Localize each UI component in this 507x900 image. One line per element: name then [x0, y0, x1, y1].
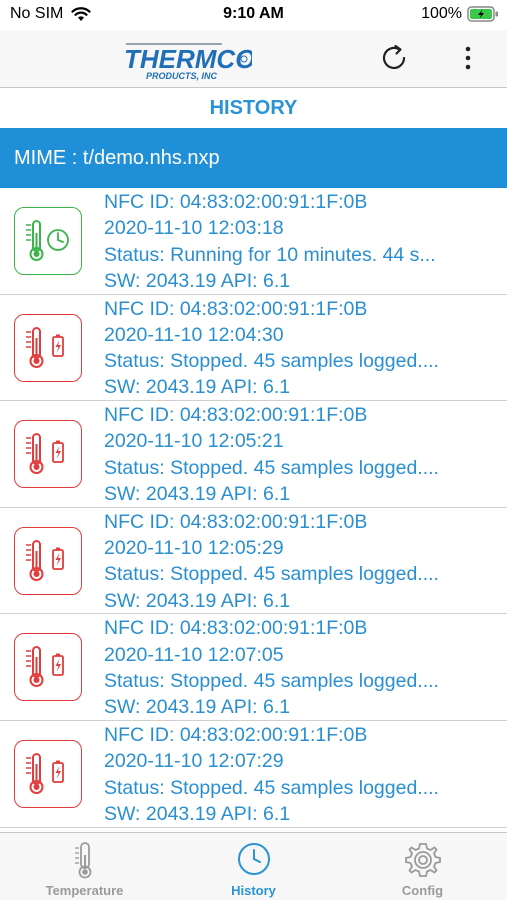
history-item[interactable]: NFC ID: 04:83:02:00:91:1F:0B 2020-11-10 …: [0, 614, 507, 721]
mime-bar: MIME : t/demo.nhs.nxp: [0, 128, 507, 188]
page-title: HISTORY: [0, 88, 507, 128]
gear-icon: [338, 841, 507, 879]
status-text: Status: Stopped. 45 samples logged....: [104, 456, 439, 479]
history-item[interactable]: NFC ID: 04:83:02:00:91:1F:0B 2020-11-10 …: [0, 508, 507, 615]
sw-api-text: SW: 2043.19 API: 6.1: [104, 802, 291, 825]
thermometer-clock-icon: [14, 207, 82, 275]
tab-label: History: [231, 883, 276, 898]
more-vertical-icon: [465, 46, 471, 70]
datetime-text: 2020-11-10 12:05:21: [104, 430, 284, 453]
status-text: Status: Stopped. 45 samples logged....: [104, 350, 439, 373]
sw-api-text: SW: 2043.19 API: 6.1: [104, 589, 291, 612]
status-text: Status: Running for 10 minutes. 44 s...: [104, 243, 436, 266]
battery-percent: 100%: [421, 5, 462, 22]
history-item-text: NFC ID: 04:83:02:00:91:1F:0B 2020-11-10 …: [104, 509, 502, 614]
thermometer-icon: [0, 841, 169, 879]
history-list[interactable]: NFC ID: 04:83:02:00:91:1F:0B 2020-11-10 …: [0, 188, 507, 832]
nfc-id-text: NFC ID: 04:83:02:00:91:1F:0B: [104, 510, 368, 533]
thermometer-battery-icon: [14, 633, 82, 702]
nfc-id-text: NFC ID: 04:83:02:00:91:1F:0B: [104, 617, 368, 640]
datetime-text: 2020-11-10 12:07:29: [104, 750, 284, 773]
history-item-text: NFC ID: 04:83:02:00:91:1F:0B 2020-11-10 …: [104, 722, 502, 827]
thermometer-battery-icon: [14, 420, 82, 489]
history-item[interactable]: NFC ID: 04:83:02:00:91:1F:0B 2020-11-10 …: [0, 295, 507, 402]
datetime-text: 2020-11-10 12:05:29: [104, 537, 284, 560]
history-item[interactable]: NFC ID: 04:83:02:00:91:1F:0B 2020-11-10 …: [0, 721, 507, 828]
thermometer-battery-icon: [14, 739, 82, 808]
sw-api-text: SW: 2043.19 API: 6.1: [104, 376, 291, 399]
logo-wordmark: THERMCO: [124, 44, 252, 74]
sw-api-text: SW: 2043.19 API: 6.1: [104, 696, 291, 719]
refresh-icon: [382, 44, 406, 70]
nfc-id-text: NFC ID: 04:83:02:00:91:1F:0B: [104, 723, 368, 746]
history-item-text: NFC ID: 04:83:02:00:91:1F:0B 2020-11-10 …: [104, 296, 502, 401]
tab-config[interactable]: Config: [338, 833, 507, 900]
datetime-text: 2020-11-10 12:04:30: [104, 323, 284, 346]
history-item-text: NFC ID: 04:83:02:00:91:1F:0B 2020-11-10 …: [104, 189, 502, 294]
sw-api-text: SW: 2043.19 API: 6.1: [104, 483, 291, 506]
status-text: Status: Stopped. 45 samples logged....: [104, 669, 439, 692]
datetime-text: 2020-11-10 12:07:05: [104, 643, 284, 666]
status-text: Status: Stopped. 45 samples logged....: [104, 776, 439, 799]
nfc-id-text: NFC ID: 04:83:02:00:91:1F:0B: [104, 191, 368, 213]
clock-icon: [169, 841, 338, 879]
datetime-text: 2020-11-10 12:03:18: [104, 217, 284, 240]
thermometer-battery-icon: [14, 526, 82, 595]
tab-label: Temperature: [45, 883, 124, 898]
more-options-button[interactable]: [455, 38, 481, 78]
history-item[interactable]: NFC ID: 04:83:02:00:91:1F:0B 2020-11-10 …: [0, 188, 507, 295]
history-item-text: NFC ID: 04:83:02:00:91:1F:0B 2020-11-10 …: [104, 402, 502, 507]
sw-api-text: SW: 2043.19 API: 6.1: [104, 269, 291, 292]
nfc-id-text: NFC ID: 04:83:02:00:91:1F:0B: [104, 297, 368, 320]
tab-bar: Temperature History Config: [0, 832, 507, 900]
tab-history[interactable]: History: [169, 833, 338, 900]
nav-bar: THERMCO PRODUCTS, INC: [0, 30, 507, 88]
history-item[interactable]: NFC ID: 04:83:02:00:91:1F:0B 2020-11-10 …: [0, 401, 507, 508]
thermometer-battery-icon: [14, 313, 82, 382]
thermco-logo: THERMCO PRODUCTS, INC: [122, 38, 255, 82]
tab-label: Config: [401, 883, 444, 898]
status-bar: No SIM 9:10 AM 100%: [0, 0, 507, 30]
battery-charging-icon: [467, 6, 499, 27]
logo-subtitle: PRODUCTS, INC: [146, 71, 218, 81]
status-text: Status: Stopped. 45 samples logged....: [104, 563, 439, 586]
nfc-id-text: NFC ID: 04:83:02:00:91:1F:0B: [104, 404, 368, 427]
history-item-text: NFC ID: 04:83:02:00:91:1F:0B 2020-11-10 …: [104, 615, 502, 720]
refresh-button[interactable]: [374, 38, 414, 78]
tab-temperature[interactable]: Temperature: [0, 833, 169, 900]
